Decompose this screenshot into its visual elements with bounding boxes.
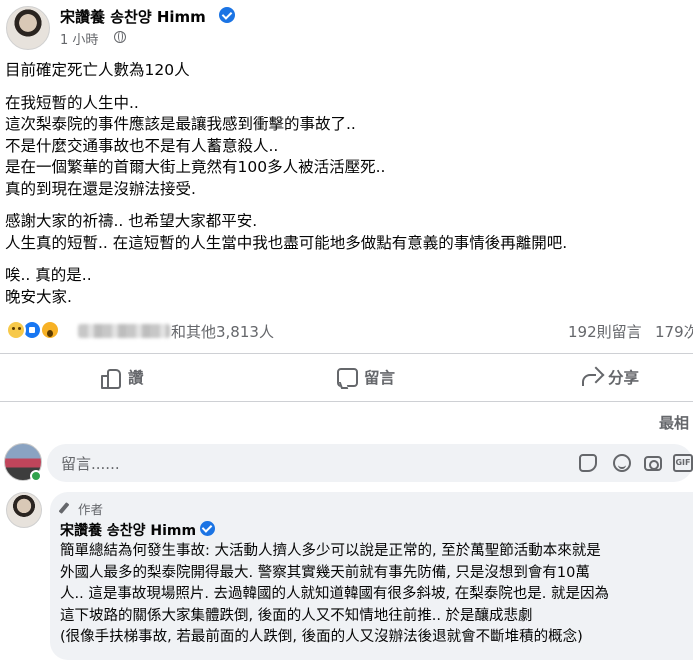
post-line: 感謝大家的祈禱.. 也希望大家都平安. xyxy=(5,212,258,230)
like-label: 讚 xyxy=(128,369,144,387)
comment-line: (很像手扶梯事故, 若最前面的人跌倒, 後面的人又沒辦法後退就會不斷堆積的概念) xyxy=(60,629,583,645)
blurred-reactor-names xyxy=(78,324,170,338)
sad-reaction-icon[interactable] xyxy=(6,320,26,340)
share-label: 分享 xyxy=(608,369,640,387)
post-timestamp[interactable]: 1 小時 xyxy=(60,29,98,48)
share-arrow-icon xyxy=(580,367,600,387)
share-button[interactable]: 分享 xyxy=(580,354,639,400)
comment-label: 留言 xyxy=(364,369,396,387)
post-line: 人生真的短暫.. 在這短暫的人生當中我也盡可能地多做點有意義的事情後再離開吧. xyxy=(5,233,568,252)
post-line: 晚安大家. xyxy=(5,287,72,306)
comment-line: 這下坡路的關係大家集體跌倒, 後面的人又不知情地往前推.. 於是釀成悲劇 xyxy=(60,607,533,624)
post-line: 這次梨泰院的事件應該是最讓我感到衝擊的事故了.. xyxy=(5,115,356,133)
sticker-icon[interactable] xyxy=(579,454,597,472)
comment-input-placeholder: 留言...... xyxy=(61,455,120,473)
comment-author-avatar[interactable] xyxy=(6,492,42,528)
reactions-count[interactable]: 和其他3,813人 xyxy=(171,321,274,342)
comment-line: 外國人最多的梨泰院開得最大. 警察其實幾天前就有事先防備, 只是沒想到會有10萬 xyxy=(60,564,590,581)
online-status-icon xyxy=(30,470,42,482)
post-header: 宋讚養 송찬양 Himm 1 小時 xyxy=(0,0,693,52)
like-button[interactable]: 讚 xyxy=(100,354,144,400)
shares-count[interactable]: 179次 xyxy=(655,321,693,342)
post-body: 目前確定死亡人數為120人 在我短暫的人生中.. 這次梨泰院的事件應該是最讓我感… xyxy=(5,60,689,308)
emoji-icon[interactable] xyxy=(613,454,631,472)
action-bar: 讚 留言 分享 xyxy=(0,354,693,400)
comment-input[interactable]: 留言...... GIF xyxy=(47,444,693,482)
comment-bubble: 作者 宋讚養 송찬양 Himm 簡單總結為何發生事故: 大活動人擠人多少可以說是… xyxy=(50,492,693,660)
comment-line: 人.. 這是事故現場照片. 去過韓國的人就知道韓國有很多斜坡, 在梨泰院也是. … xyxy=(60,586,609,602)
post-line: 目前確定死亡人數為120人 xyxy=(5,61,190,79)
post-line: 是在一個繁華的首爾大街上竟然有100多人被活活壓死.. xyxy=(5,158,386,176)
comment-button[interactable]: 留言 xyxy=(336,354,395,400)
post-line: 在我短暫的人生中.. xyxy=(5,93,139,112)
camera-icon[interactable] xyxy=(644,456,662,471)
verified-badge-icon xyxy=(219,7,235,23)
post-line: 不是什麼交通事故也不是有人蓄意殺人.. xyxy=(5,136,279,155)
comment-text: 簡單總結為何發生事故: 大活動人擠人多少可以說是正常的, 至於萬聖節活動本來就是… xyxy=(60,541,693,649)
comment-author-name[interactable]: 宋讚養 송찬양 Himm xyxy=(60,520,196,540)
divider xyxy=(0,401,693,402)
post-line: 真的到現在還是沒辦法接受. xyxy=(5,179,196,198)
comments-count[interactable]: 192則留言 xyxy=(568,321,642,342)
author-badge: 作者 xyxy=(78,502,104,517)
comment-line: 簡單總結為何發生事故: 大活動人擠人多少可以說是正常的, 至於萬聖節活動本來就是 xyxy=(60,543,601,559)
public-globe-icon[interactable] xyxy=(114,31,126,43)
author-name[interactable]: 宋讚養 송찬양 Himm xyxy=(60,6,206,27)
reactions-summary: 和其他3,813人 192則留言 179次 xyxy=(0,318,693,344)
author-avatar[interactable] xyxy=(6,6,50,50)
comment-bubble-icon xyxy=(336,367,358,387)
thumbs-up-icon xyxy=(100,367,121,389)
gif-icon[interactable]: GIF xyxy=(673,454,693,472)
post-line: 唉.. 真的是.. xyxy=(5,266,92,284)
pen-icon xyxy=(58,502,70,514)
comment-sort-dropdown[interactable]: 最相 xyxy=(659,412,689,433)
wow-reaction-icon[interactable] xyxy=(40,320,60,340)
verified-badge-icon xyxy=(200,521,215,536)
